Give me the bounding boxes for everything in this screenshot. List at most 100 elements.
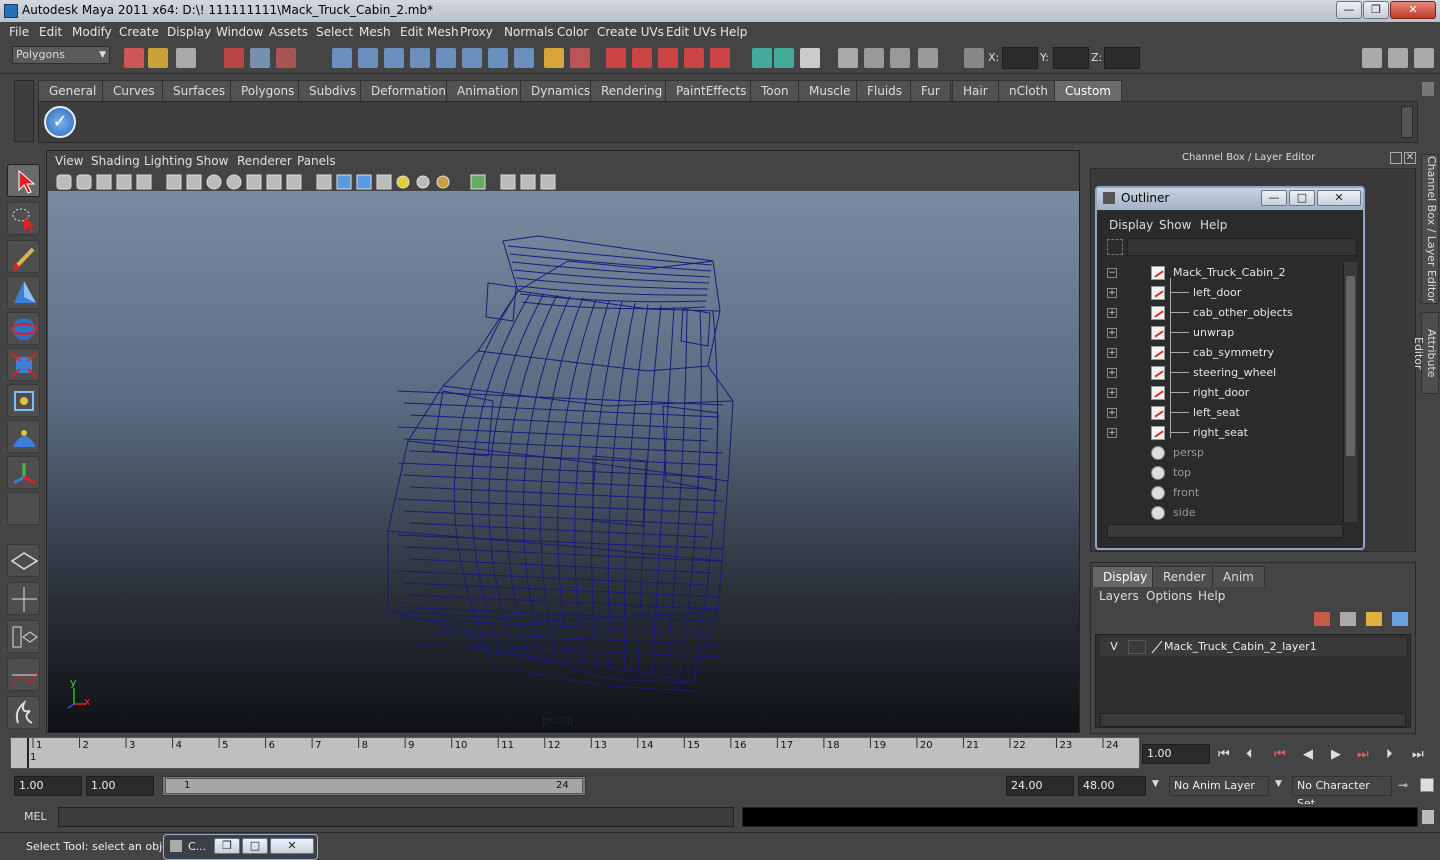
- minimize-button[interactable]: —: [1336, 1, 1362, 19]
- animation-end-field[interactable]: 48.00: [1078, 776, 1146, 796]
- select-surfaces-icon[interactable]: [410, 48, 430, 68]
- layer-tab-anim[interactable]: Anim: [1212, 566, 1265, 587]
- scale-tool-icon[interactable]: [7, 348, 40, 381]
- step-forward-frame-icon[interactable]: ⏵: [1386, 747, 1393, 762]
- new-scene-icon[interactable]: [124, 48, 144, 68]
- transform-field-icon[interactable]: [964, 48, 984, 68]
- menu-create[interactable]: Create: [119, 25, 159, 39]
- shelf-tab-curves[interactable]: Curves: [102, 80, 166, 101]
- chevron-down-icon[interactable]: ▼: [1275, 779, 1282, 789]
- step-back-key-icon[interactable]: ⏮: [1274, 747, 1286, 762]
- menu-assets[interactable]: Assets: [269, 25, 308, 39]
- show-hide-channel-box-icon[interactable]: [1362, 48, 1382, 68]
- trash-icon[interactable]: [1422, 82, 1434, 96]
- ipr-render-icon[interactable]: [890, 48, 910, 68]
- anim-layer-dropdown[interactable]: No Anim Layer: [1169, 776, 1269, 796]
- shelf-tab-dynamics[interactable]: Dynamics: [520, 80, 602, 101]
- shelf-tab-rendering[interactable]: Rendering: [590, 80, 674, 101]
- minimized-window[interactable]: C... ❐ □ ✕: [163, 834, 318, 860]
- highlight-selection-icon[interactable]: [570, 48, 590, 68]
- select-dynamics-icon[interactable]: [462, 48, 482, 68]
- render-view-icon[interactable]: [838, 48, 858, 68]
- step-back-frame-icon[interactable]: ⏴: [1246, 747, 1253, 762]
- menu-mesh[interactable]: Mesh: [359, 25, 391, 39]
- layer-tab-render[interactable]: Render: [1152, 566, 1217, 587]
- outliner-close-button[interactable]: ✕: [1317, 190, 1361, 206]
- shelf-tab-hair[interactable]: Hair: [952, 80, 999, 101]
- shelf-tab-polygons[interactable]: Polygons: [230, 80, 306, 101]
- save-scene-icon[interactable]: [176, 48, 196, 68]
- universal-manipulator-icon[interactable]: [7, 384, 40, 417]
- go-to-start-icon[interactable]: ⏮: [1218, 747, 1230, 762]
- character-set-dropdown[interactable]: No Character Set: [1292, 776, 1392, 810]
- shelf-tab-deformation[interactable]: Deformation: [360, 80, 457, 101]
- range-slider-handle[interactable]: 1 24: [165, 778, 583, 794]
- menu-edit-uvs[interactable]: Edit UVs: [666, 25, 716, 39]
- expand-icon[interactable]: +: [1107, 328, 1117, 338]
- menu-display[interactable]: Display: [167, 25, 211, 39]
- layer-type-toggle[interactable]: [1128, 640, 1146, 654]
- outliner-scroll-thumb[interactable]: [1346, 276, 1355, 456]
- menu-create-uvs[interactable]: Create UVs: [597, 25, 664, 39]
- close-button[interactable]: ✕: [1390, 1, 1436, 19]
- viewport-menu-renderer[interactable]: Renderer: [237, 154, 292, 168]
- layer-menu-help[interactable]: Help: [1198, 589, 1225, 603]
- shelf-scroll-arrows[interactable]: [1401, 106, 1413, 138]
- layer-visibility-toggle[interactable]: V: [1104, 638, 1124, 656]
- outliner-item[interactable]: + steering_wheel: [1107, 363, 1343, 383]
- script-editor-icon[interactable]: [1422, 810, 1434, 824]
- layer-row[interactable]: V Mack_Truck_Cabin_2_layer1: [1100, 638, 1406, 656]
- shelf-tab-animation[interactable]: Animation: [446, 80, 530, 101]
- restore-button[interactable]: ❐: [1363, 1, 1389, 19]
- outliner-item[interactable]: front: [1107, 483, 1343, 503]
- outliner-item[interactable]: side: [1107, 503, 1343, 523]
- custom-shelf-check-icon[interactable]: ✓: [44, 106, 76, 138]
- shelf-tab-toon[interactable]: Toon: [750, 80, 800, 101]
- select-by-component-icon[interactable]: [276, 48, 296, 68]
- expand-icon[interactable]: +: [1107, 408, 1117, 418]
- expand-icon[interactable]: +: [1107, 388, 1117, 398]
- show-hide-tool-settings-icon[interactable]: [1414, 48, 1434, 68]
- menu-proxy[interactable]: Proxy: [460, 25, 493, 39]
- graph-persp-layout-icon[interactable]: [7, 658, 40, 691]
- playback-end-field[interactable]: 24.00: [1006, 776, 1074, 796]
- select-handles-icon[interactable]: [332, 48, 352, 68]
- y-field[interactable]: [1053, 47, 1089, 69]
- expand-icon[interactable]: +: [1107, 368, 1117, 378]
- shelf-tab-custom[interactable]: Custom: [1054, 80, 1122, 101]
- step-forward-key-icon[interactable]: ⏭: [1357, 747, 1369, 762]
- command-language-label[interactable]: MEL: [24, 810, 47, 823]
- shelf-tab-painteffects[interactable]: PaintEffects: [665, 80, 758, 101]
- soft-modification-tool-icon[interactable]: [7, 420, 40, 453]
- z-field[interactable]: [1104, 47, 1140, 69]
- select-deformations-icon[interactable]: [436, 48, 456, 68]
- viewport-menu-shading[interactable]: Shading: [91, 154, 140, 168]
- rotate-tool-icon[interactable]: [7, 312, 40, 345]
- viewport-menu-lighting[interactable]: Lighting: [144, 154, 193, 168]
- shelf-tab-general[interactable]: General: [38, 80, 108, 101]
- menu-color[interactable]: Color: [557, 25, 588, 39]
- collapse-icon[interactable]: −: [1107, 268, 1117, 278]
- outliner-item[interactable]: persp: [1107, 443, 1343, 463]
- shelf-menu-handle[interactable]: [14, 80, 34, 142]
- shelf-tab-muscle[interactable]: Muscle: [798, 80, 862, 101]
- layer-color-swatch[interactable]: [1150, 640, 1164, 654]
- menu-modify[interactable]: Modify: [72, 25, 112, 39]
- expand-icon[interactable]: +: [1107, 428, 1117, 438]
- show-hide-attribute-editor-icon[interactable]: [1388, 48, 1408, 68]
- select-rendering-icon[interactable]: [488, 48, 508, 68]
- outliner-item[interactable]: + left_door: [1107, 283, 1343, 303]
- menu-set-dropdown[interactable]: Polygons ▼: [12, 46, 110, 64]
- filter-icon[interactable]: [1107, 239, 1123, 255]
- menu-normals[interactable]: Normals: [504, 25, 554, 39]
- maya-logo-icon[interactable]: [7, 696, 40, 729]
- key-icon[interactable]: ⊸: [1398, 778, 1408, 792]
- outliner-title-bar[interactable]: Outliner — □ ✕: [1097, 188, 1363, 210]
- open-scene-icon[interactable]: [148, 48, 168, 68]
- select-curves-icon[interactable]: [384, 48, 404, 68]
- playback-start-field[interactable]: 1.00: [86, 776, 154, 796]
- outliner-item[interactable]: + left_seat: [1107, 403, 1343, 423]
- outliner-item[interactable]: + cab_symmetry: [1107, 343, 1343, 363]
- menu-file[interactable]: File: [9, 25, 29, 39]
- outliner-filter-field[interactable]: [1127, 238, 1357, 256]
